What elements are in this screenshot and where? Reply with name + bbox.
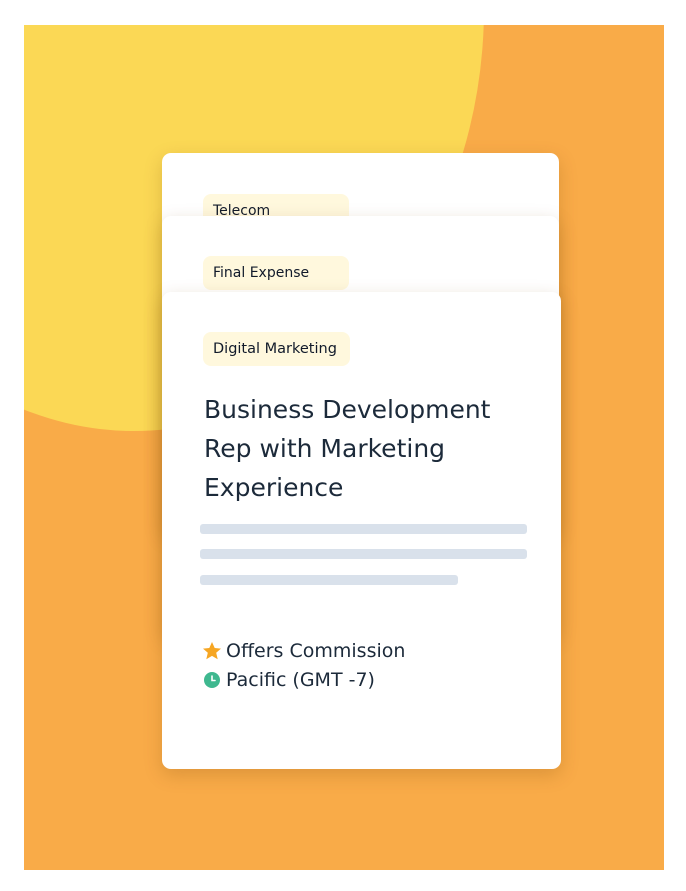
category-tag: Digital Marketing — [203, 332, 350, 366]
timezone-info: Pacific (GMT -7) — [202, 669, 375, 691]
star-icon — [203, 642, 221, 660]
description-placeholder-line — [200, 549, 527, 559]
commission-info: Offers Commission — [202, 640, 405, 662]
timezone-label: Pacific (GMT -7) — [226, 669, 375, 691]
category-tag: Final Expense — [203, 256, 349, 290]
job-card-digital-marketing[interactable]: Digital Marketing Business Development R… — [162, 292, 561, 769]
commission-label: Offers Commission — [226, 640, 406, 662]
job-title: Business Development Rep with Marketing … — [204, 395, 491, 502]
clock-icon — [204, 672, 220, 688]
description-placeholder-line — [200, 575, 458, 585]
description-placeholder-line — [200, 524, 527, 534]
